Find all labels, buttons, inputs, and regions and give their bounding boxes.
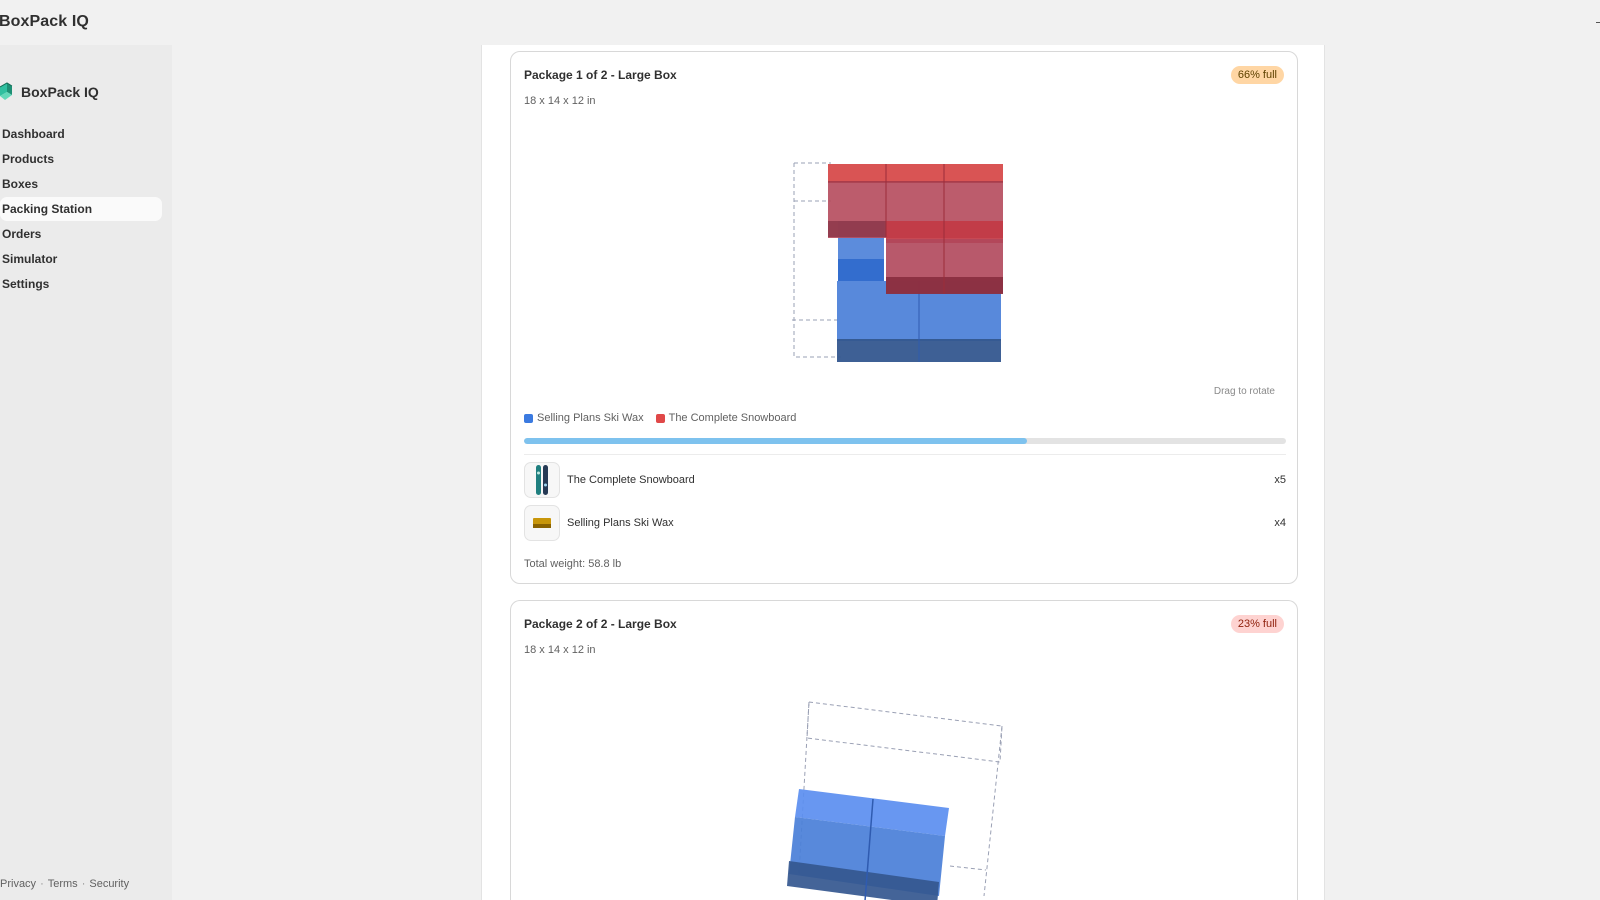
package-3d-viewer[interactable]	[781, 696, 1021, 900]
ski-wax-icon	[524, 505, 560, 541]
package-3d-viewer[interactable]	[781, 149, 1021, 379]
legend-label: The Complete Snowboard	[668, 412, 797, 424]
legend-swatch	[524, 413, 533, 423]
package-title: Package 1 of 2 - Large Box	[524, 68, 677, 82]
privacy-link[interactable]: Privacy	[0, 878, 36, 890]
snowboard-item	[828, 221, 886, 237]
fill-badge: 66% full	[1230, 66, 1284, 84]
legend-label: Selling Plans Ski Wax	[537, 412, 644, 424]
top-bar: BoxPack IQ	[0, 0, 1600, 45]
snowboard-icon	[536, 465, 548, 495]
item-quantity: x5	[1274, 474, 1286, 486]
box-outline	[949, 865, 987, 871]
ski-wax-stack	[787, 789, 949, 900]
ski-wax-item	[838, 259, 884, 281]
box-outline	[983, 725, 1003, 897]
snowboard-icon	[524, 462, 560, 498]
fill-progress-value	[524, 438, 1027, 444]
footer-separator: ·	[40, 878, 44, 890]
legend-item-snowboard: The Complete Snowboard	[655, 412, 797, 424]
sidebar-item-boxes[interactable]: Boxes	[0, 172, 162, 196]
item-name: Selling Plans Ski Wax	[567, 517, 674, 529]
ski-wax-icon	[533, 518, 551, 528]
security-link[interactable]: Security	[89, 878, 129, 890]
app-title: BoxPack IQ	[0, 13, 89, 30]
brand[interactable]: BoxPack IQ	[0, 81, 99, 103]
window-control-icon[interactable]	[1596, 22, 1600, 23]
package-dimensions: 18 x 14 x 12 in	[524, 644, 596, 656]
sidebar-item-simulator[interactable]: Simulator	[0, 247, 162, 271]
fill-progress-bar	[524, 438, 1286, 444]
sidebar-item-dashboard[interactable]: Dashboard	[0, 122, 162, 146]
box-outline	[806, 701, 1003, 763]
package-title: Package 2 of 2 - Large Box	[524, 617, 677, 631]
footer-links: Privacy · Terms · Security	[0, 878, 129, 890]
sidebar-item-settings[interactable]: Settings	[0, 272, 162, 296]
legend-swatch	[655, 413, 665, 423]
fill-badge: 23% full	[1230, 615, 1284, 633]
sidebar-item-packing-station[interactable]: Packing Station	[0, 197, 162, 221]
footer-separator: ·	[81, 878, 86, 890]
snowboard-item	[828, 164, 1003, 182]
legend: Selling Plans Ski Wax The Complete Snowb…	[524, 412, 796, 424]
package-card: Package 1 of 2 - Large Box 66% full 18 x…	[510, 51, 1298, 584]
terms-link[interactable]: Terms	[48, 878, 78, 890]
brand-name: BoxPack IQ	[21, 84, 99, 100]
legend-item-ski-wax: Selling Plans Ski Wax	[524, 412, 644, 424]
divider	[524, 454, 1286, 455]
package-card: Package 2 of 2 - Large Box 23% full 18 x…	[510, 600, 1298, 900]
sidebar: BoxPack IQ Dashboard Products Boxes Pack…	[0, 45, 172, 900]
item-quantity: x4	[1274, 517, 1286, 529]
sidebar-nav: Dashboard Products Boxes Packing Station…	[0, 122, 172, 297]
main-content: Package 1 of 2 - Large Box 66% full 18 x…	[481, 45, 1325, 900]
sidebar-item-orders[interactable]: Orders	[0, 222, 162, 246]
sidebar-item-products[interactable]: Products	[0, 147, 162, 171]
list-item: Selling Plans Ski Wax x4	[524, 505, 1286, 541]
boxpack-logo-icon	[0, 82, 13, 100]
package-dimensions: 18 x 14 x 12 in	[524, 95, 596, 107]
drag-to-rotate-hint: Drag to rotate	[1213, 386, 1275, 397]
total-weight: Total weight: 58.8 lb	[524, 558, 622, 570]
list-item: The Complete Snowboard x5	[524, 462, 1286, 498]
item-name: The Complete Snowboard	[567, 474, 695, 486]
